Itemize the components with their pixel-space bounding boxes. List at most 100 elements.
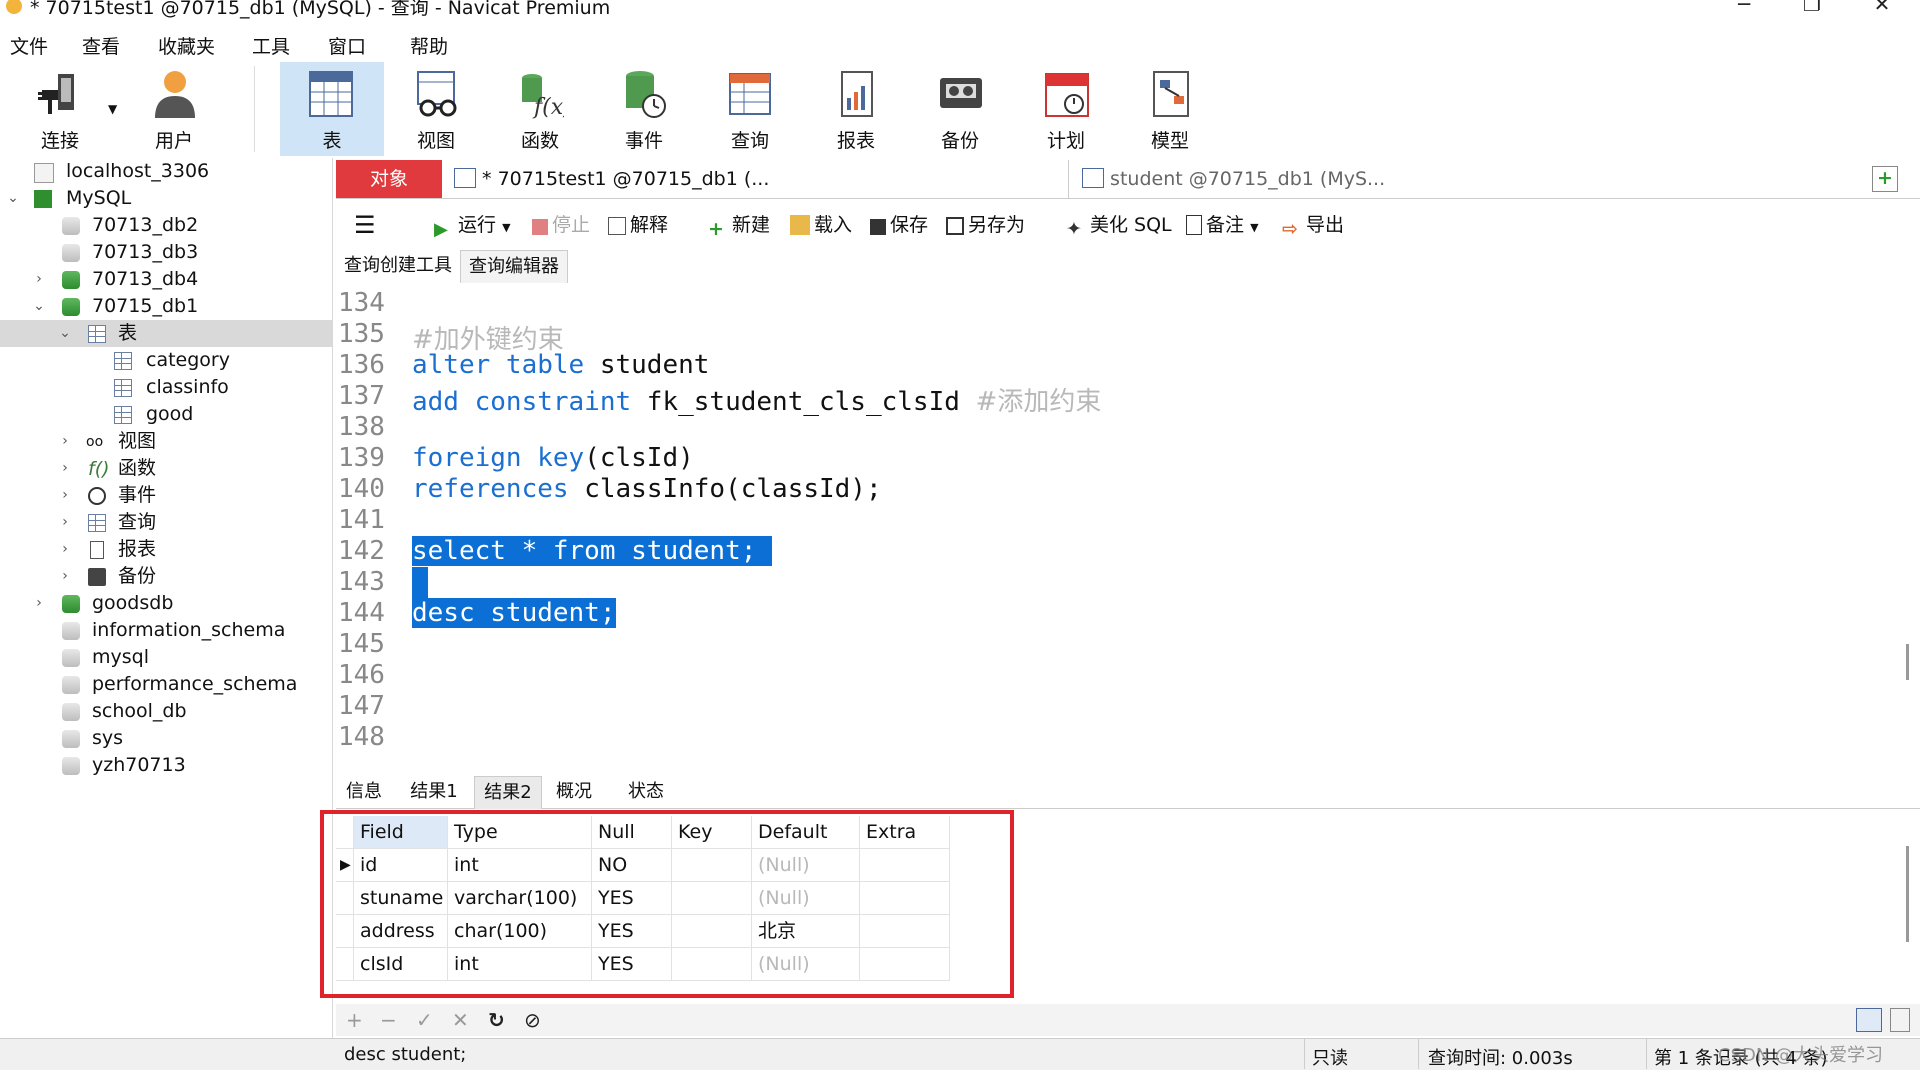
chevron-down-icon[interactable]: ▼ [502,221,510,234]
tree-item-database[interactable]: mysql [0,644,332,671]
toolbar-backup-button[interactable]: 备份 [910,62,1010,156]
tab-query-70715test1[interactable]: * 70715test1 @70715_db1 (... [448,160,1069,198]
tab-query-builder[interactable]: 查询创建工具 [336,250,460,282]
tree-item-label: goodsdb [92,592,174,614]
toolbar-schedule-button[interactable]: 计划 [1016,62,1116,156]
tree-item-database[interactable]: sys [0,725,332,752]
toolbar-query-button[interactable]: 查询 [700,62,800,156]
tree-item-database[interactable]: › 70713_db4 [0,266,332,293]
tree-item-localhost[interactable]: localhost_3306 [0,158,332,185]
tab-result1[interactable]: 结果1 [402,776,466,808]
menu-favorites[interactable]: 收藏夹 [158,32,215,59]
tab-info[interactable]: 信息 [336,776,392,808]
chevron-right-icon[interactable]: › [58,509,72,536]
grid-toolbar: + − ✓ ✕ ↻ ⊘ [336,1004,1920,1036]
chevron-down-icon[interactable]: ⌄ [58,320,72,347]
tree-item-backups[interactable]: › 备份 [0,563,332,590]
tree-item-database[interactable]: school_db [0,698,332,725]
save-disk-icon [870,219,886,235]
chevron-right-icon[interactable]: › [58,455,72,482]
tree-item-mysql[interactable]: ⌄ MySQL [0,185,332,212]
code-line-140: references classInfo(classId); [412,474,882,504]
toolbar-table-button[interactable]: 表 [280,62,384,156]
chevron-right-icon[interactable]: › [32,590,46,617]
menu-help[interactable]: 帮助 [410,32,448,59]
discard-x-icon[interactable]: ✕ [452,1008,469,1032]
explain-button[interactable]: 解释 [608,205,668,245]
tab-profile[interactable]: 概况 [546,776,602,808]
tree-item-tables[interactable]: ⌄ 表 [0,320,332,347]
tab-query-editor[interactable]: 查询编辑器 [460,250,568,283]
toolbar-report-button[interactable]: 报表 [806,62,906,156]
beautify-sql-button[interactable]: ✦ 美化 SQL [1066,205,1172,245]
toolbar-connection-button[interactable]: 连接 [10,62,110,156]
tree-item-reports[interactable]: › 报表 [0,536,332,563]
tree-item-database[interactable]: › goodsdb [0,590,332,617]
minimize-button[interactable]: ─ [1724,0,1764,16]
chevron-down-icon[interactable]: ⌄ [6,185,20,212]
apply-check-icon[interactable]: ✓ [416,1008,433,1032]
form-view-icon[interactable] [1890,1008,1910,1032]
menu-view[interactable]: 查看 [82,32,120,59]
chevron-right-icon[interactable]: › [58,482,72,509]
menu-file[interactable]: 文件 [10,32,48,59]
database-icon [62,730,80,748]
tree-item-database[interactable]: ⌄ 70715_db1 [0,293,332,320]
chevron-down-icon[interactable]: ⌄ [32,293,46,320]
editor-scrollbar-thumb[interactable] [1906,644,1909,680]
delete-record-icon[interactable]: − [380,1008,397,1032]
chevron-right-icon[interactable]: › [32,266,46,293]
add-record-icon[interactable]: + [346,1008,363,1032]
new-tab-plus-icon[interactable]: + [1872,166,1898,192]
tree-item-database[interactable]: information_schema [0,617,332,644]
load-button[interactable]: 载入 [790,205,852,245]
stop-button[interactable]: 停止 [532,205,590,245]
grid-scrollbar-thumb[interactable] [1906,846,1909,942]
export-button[interactable]: ⇨ 导出 [1282,205,1344,245]
toolbar-model-button[interactable]: 模型 [1120,62,1220,156]
refresh-icon[interactable]: ↻ [488,1008,505,1032]
tree-item-table[interactable]: category [0,347,332,374]
close-button[interactable]: ✕ [1862,0,1902,16]
chevron-right-icon[interactable]: › [58,536,72,563]
maximize-button[interactable]: ❐ [1792,0,1832,16]
toolbar-event-button[interactable]: 事件 [594,62,694,156]
server-icon [34,163,54,183]
toolbar-user-button[interactable]: 用户 [124,62,224,156]
tree-item-database[interactable]: performance_schema [0,671,332,698]
menu-window[interactable]: 窗口 [328,32,366,59]
save-button[interactable]: 保存 [870,205,928,245]
menu-tools[interactable]: 工具 [252,32,290,59]
toolbar-function-button[interactable]: f(x) 函数 [490,62,590,156]
tab-objects[interactable]: 对象 [336,160,442,198]
tab-result2[interactable]: 结果2 [474,776,542,809]
sql-editor[interactable]: 134 135 136 137 138 139 140 141 142 143 … [336,288,1900,768]
tree-item-database[interactable]: 70713_db3 [0,239,332,266]
hamburger-menu-icon[interactable]: ☰ [354,205,376,245]
navicat-app-icon [6,0,22,14]
chevron-down-icon[interactable]: ▼ [1250,221,1258,234]
stop-circle-icon[interactable]: ⊘ [524,1008,541,1032]
tree-item-database[interactable]: yzh70713 [0,752,332,779]
database-icon [62,676,80,694]
comment-button[interactable]: 备注 ▼ [1186,205,1259,245]
chevron-down-icon[interactable]: ▼ [108,102,117,116]
grid-view-icon[interactable] [1856,1008,1882,1032]
tree-item-database[interactable]: 70713_db2 [0,212,332,239]
tree-item-queries[interactable]: › 查询 [0,509,332,536]
tree-item-views[interactable]: › oo 视图 [0,428,332,455]
tree-item-events[interactable]: › 事件 [0,482,332,509]
tab-status[interactable]: 状态 [618,776,674,808]
result-tabs: 信息 结果1 结果2 概况 状态 [336,776,1920,809]
new-query-button[interactable]: + 新建 [708,205,770,245]
tree-item-table[interactable]: good [0,401,332,428]
tree-item-functions[interactable]: › f() 函数 [0,455,332,482]
save-as-button[interactable]: 另存为 [946,205,1025,245]
chevron-right-icon[interactable]: › [58,563,72,590]
run-button[interactable]: ▶ 运行 ▼ [434,205,511,245]
tab-table-student[interactable]: student @70715_db1 (MyS... [1076,160,1396,198]
tree-item-label: 函数 [118,457,157,479]
chevron-right-icon[interactable]: › [58,428,72,455]
toolbar-view-button[interactable]: 视图 [386,62,486,156]
tree-item-table[interactable]: classinfo [0,374,332,401]
